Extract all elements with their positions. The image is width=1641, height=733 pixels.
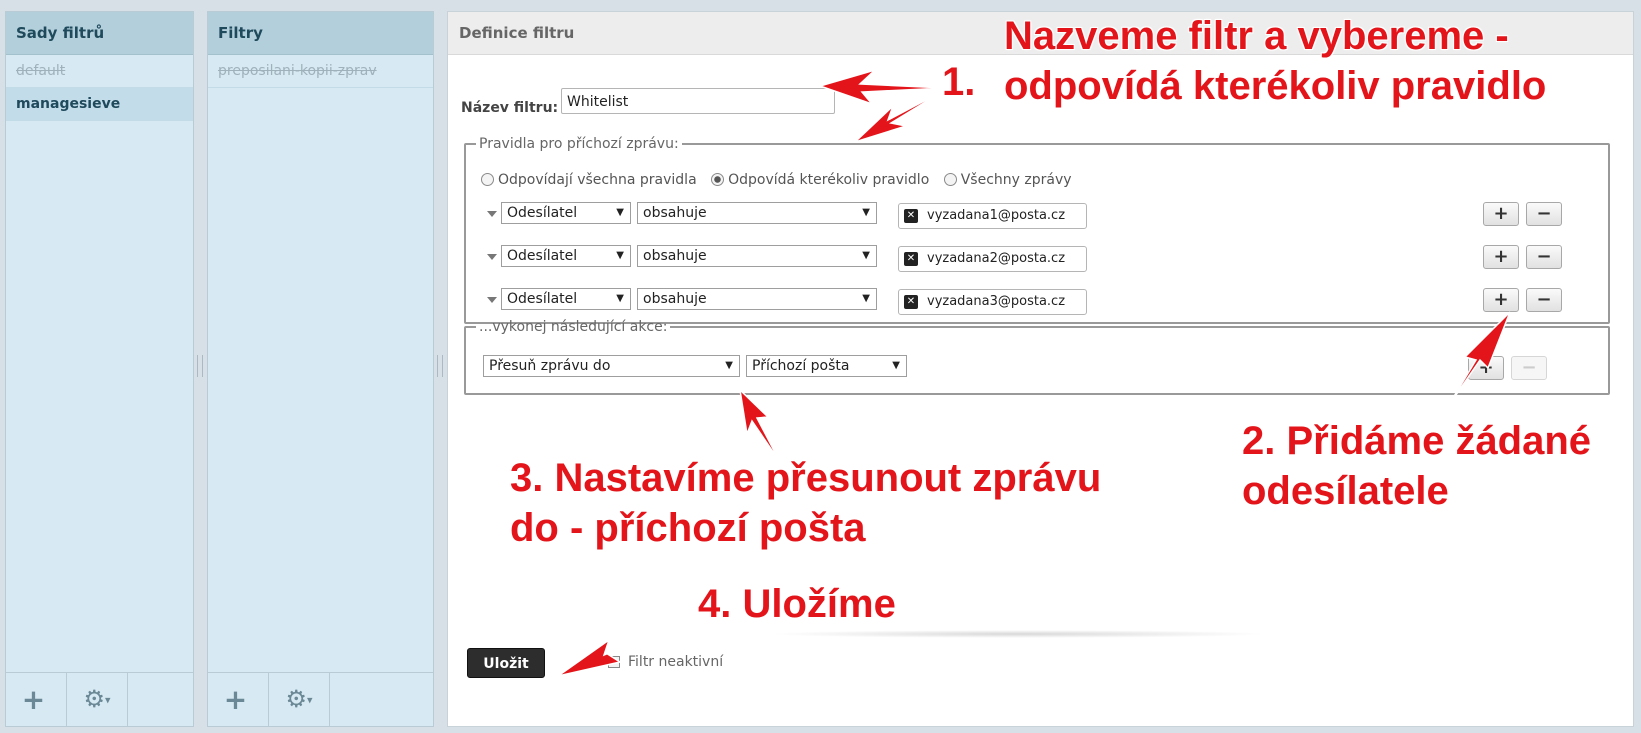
dropdown-arrow-icon: ▼ xyxy=(892,360,900,371)
splitter-handle[interactable] xyxy=(197,355,203,377)
splitter-handle[interactable] xyxy=(437,355,443,377)
rule-header-select[interactable]: Odesílatel ▼ xyxy=(501,202,631,224)
annotation-1-line2: odpovídá kterékoliv pravidlo xyxy=(1004,64,1547,108)
filter-sets-panel: Sady filtrů default managesieve + ⚙▾ xyxy=(5,11,194,727)
expand-triangle-icon[interactable] xyxy=(487,254,497,260)
actions-legend: ...vykonej následující akce: xyxy=(479,319,668,335)
plus-icon: + xyxy=(223,683,248,716)
dropdown-arrow-icon: ▼ xyxy=(862,207,870,218)
remove-rule-button[interactable]: − xyxy=(1526,245,1562,269)
add-filter-button[interactable]: + xyxy=(208,673,263,726)
expand-triangle-icon[interactable] xyxy=(487,211,497,217)
annotation-3: 3. Nastavíme přesunout zprávu do - přích… xyxy=(510,453,1101,553)
annotation-1-number: 1. xyxy=(942,60,976,104)
filter-set-actions-button[interactable]: ⚙▾ xyxy=(66,673,128,726)
radio-circle[interactable] xyxy=(943,173,957,186)
annotation-3-line2: do - příchozí pošta xyxy=(510,506,866,550)
dropdown-arrow-icon: ▼ xyxy=(725,360,733,371)
rule-operator-select[interactable]: obsahuje ▼ xyxy=(637,245,877,267)
dropdown-arrow-icon: ▼ xyxy=(862,293,870,304)
radio-all-rules[interactable]: Odpovídají všechna pravidla xyxy=(481,172,697,188)
filters-title: Filtry xyxy=(208,12,433,55)
add-rule-button[interactable]: + xyxy=(1483,245,1519,269)
action-row: Přesuň zprávu do ▼ Příchozí pošta ▼ + − xyxy=(483,355,1563,381)
actions-fieldset: ...vykonej následující akce: Přesuň zprá… xyxy=(464,319,1610,395)
caret-down-icon: ▾ xyxy=(104,693,111,707)
annotation-2-line2: odesílatele xyxy=(1242,469,1449,513)
radio-any-rule[interactable]: Odpovídá kterékoliv pravidlo xyxy=(711,172,929,188)
rule-value-input[interactable]: ✕ vyzadana1@posta.cz xyxy=(898,203,1087,229)
remove-rule-button[interactable]: − xyxy=(1526,288,1562,312)
radio-label: Odpovídá kterékoliv pravidlo xyxy=(728,172,930,188)
expand-triangle-icon[interactable] xyxy=(487,297,497,303)
clear-icon[interactable]: ✕ xyxy=(904,295,918,309)
dropdown-arrow-icon: ▼ xyxy=(862,250,870,261)
remove-rule-button[interactable]: − xyxy=(1526,202,1562,226)
footer-divider xyxy=(768,630,1268,638)
annotation-3-line1: 3. Nastavíme přesunout zprávu xyxy=(510,456,1102,500)
radio-circle-checked[interactable] xyxy=(711,173,725,186)
rule-operator-select[interactable]: obsahuje ▼ xyxy=(637,288,877,310)
gear-icon: ⚙ xyxy=(83,685,105,713)
filter-inactive-label: Filtr neaktivní xyxy=(628,654,724,670)
filter-sets-title: Sady filtrů xyxy=(6,12,193,55)
filter-name-input[interactable]: Whitelist xyxy=(561,88,835,114)
add-action-button[interactable]: + xyxy=(1468,356,1504,380)
radio-label: Odpovídají všechna pravidla xyxy=(498,172,697,188)
action-target-select[interactable]: Příchozí pošta ▼ xyxy=(746,355,907,377)
annotation-4: 4. Uložíme xyxy=(698,582,896,626)
filter-actions-button[interactable]: ⚙▾ xyxy=(268,673,330,726)
rule-row-3: Odesílatel ▼ obsahuje ▼ ✕ vyzadana3@posta.c… xyxy=(481,288,1562,315)
dropdown-arrow-icon: ▼ xyxy=(616,207,624,218)
rule-value-input[interactable]: ✕ vyzadana2@posta.cz xyxy=(898,246,1087,272)
rule-row-1: Odesílatel ▼ obsahuje ▼ ✕ vyzadana1@posta.c… xyxy=(481,202,1562,229)
filter-sets-footer: + ⚙▾ xyxy=(6,672,193,726)
filter-definition-panel: Definice filtru Název filtru: Whitelist … xyxy=(447,11,1634,727)
clear-icon[interactable]: ✕ xyxy=(904,209,918,223)
save-button[interactable]: Uložit xyxy=(467,648,545,678)
annotation-1: Nazveme filtr a vybereme - odpovídá kter… xyxy=(1004,11,1546,111)
rules-legend: Pravidla pro příchozí zprávu: xyxy=(479,136,679,152)
filter-inactive-checkbox[interactable] xyxy=(608,656,620,668)
dropdown-arrow-icon: ▼ xyxy=(616,293,624,304)
rule-header-select[interactable]: Odesílatel ▼ xyxy=(501,288,631,310)
radio-all-messages[interactable]: Všechny zprávy xyxy=(943,172,1072,188)
caret-down-icon: ▾ xyxy=(306,693,313,707)
filters-panel: Filtry preposilani-kopii-zprav + ⚙▾ xyxy=(207,11,434,727)
annotation-2-line1: 2. Přidáme žádané xyxy=(1242,419,1592,463)
rule-operator-select[interactable]: obsahuje ▼ xyxy=(637,202,877,224)
remove-action-button: − xyxy=(1511,356,1547,380)
annotation-2: 2. Přidáme žádané odesílatele xyxy=(1242,416,1591,516)
radio-circle[interactable] xyxy=(481,173,494,186)
rule-value-input[interactable]: ✕ vyzadana3@posta.cz xyxy=(898,289,1087,315)
add-filter-set-button[interactable]: + xyxy=(6,673,61,726)
rules-fieldset: Pravidla pro příchozí zprávu: Odpovídají… xyxy=(464,136,1610,324)
plus-icon: + xyxy=(21,683,46,716)
dropdown-arrow-icon: ▼ xyxy=(616,250,624,261)
clear-icon[interactable]: ✕ xyxy=(904,252,918,266)
rule-header-select[interactable]: Odesílatel ▼ xyxy=(501,245,631,267)
filter-set-item-default[interactable]: default xyxy=(6,55,193,88)
action-type-select[interactable]: Přesuň zprávu do ▼ xyxy=(483,355,740,377)
annotation-1-line1: Nazveme filtr a vybereme - xyxy=(1004,14,1509,58)
radio-label: Všechny zprávy xyxy=(960,172,1072,188)
match-mode-radios: Odpovídají všechna pravidla Odpovídá kte… xyxy=(481,172,1082,188)
filter-inactive-row: Filtr neaktivní xyxy=(608,654,723,670)
filter-item-preposilani[interactable]: preposilani-kopii-zprav xyxy=(208,55,433,88)
rule-row-2: Odesílatel ▼ obsahuje ▼ ✕ vyzadana2@posta.c… xyxy=(481,245,1562,272)
filter-name-label: Název filtru: xyxy=(461,100,559,116)
add-rule-button[interactable]: + xyxy=(1483,202,1519,226)
filters-footer: + ⚙▾ xyxy=(208,672,433,726)
add-rule-button[interactable]: + xyxy=(1483,288,1519,312)
gear-icon: ⚙ xyxy=(285,685,307,713)
filter-set-item-managesieve[interactable]: managesieve xyxy=(6,88,193,121)
